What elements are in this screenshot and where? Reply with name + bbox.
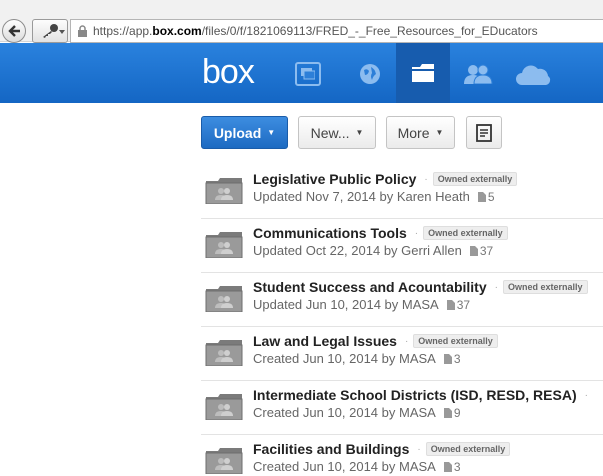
folder-row[interactable]: Intermediate School Districts (ISD, RESD… — [201, 381, 603, 435]
shared-folder-icon — [205, 448, 243, 474]
files-nav[interactable] — [396, 43, 450, 103]
lock-icon — [78, 25, 87, 37]
file-icon — [446, 300, 455, 310]
owned-externally-badge: Owned externally — [413, 334, 498, 348]
file-icon — [477, 192, 486, 202]
folder-title[interactable]: Law and Legal Issues · Owned externally — [253, 333, 498, 349]
owned-externally-badge: Owned externally — [432, 172, 518, 186]
upload-button[interactable]: Upload ▼ — [201, 116, 288, 149]
folder-title[interactable]: Facilities and Buildings · Owned externall… — [253, 441, 511, 457]
file-count: 3 — [443, 352, 461, 366]
folder-meta: Created Jun 10, 2014 by MASA 3 — [253, 351, 461, 366]
file-count: 3 — [443, 460, 461, 474]
notes-icon — [476, 123, 492, 142]
app-header: box — [0, 43, 603, 103]
file-count: 37 — [469, 244, 493, 258]
folder-meta: Created Jun 10, 2014 by MASA 9 — [253, 405, 461, 420]
notes-button[interactable] — [466, 116, 502, 149]
chevron-down-icon: ▼ — [355, 128, 364, 137]
folder-meta: Created Jun 10, 2014 by MASA 3 — [253, 459, 461, 474]
owned-externally-badge: Owned externally — [425, 442, 511, 456]
folder-icon — [412, 64, 434, 82]
folder-row[interactable]: Student Success and Acountability · Owned … — [201, 273, 603, 327]
cloud-icon — [516, 65, 551, 85]
shared-folder-icon — [205, 340, 243, 366]
updates-nav[interactable] — [288, 57, 328, 91]
folder-row[interactable]: Facilities and Buildings · Owned externall… — [201, 435, 603, 476]
chevron-down-icon: ▼ — [267, 128, 276, 137]
separator-dot: · — [404, 336, 409, 347]
shared-folder-icon — [205, 394, 243, 420]
back-button[interactable] — [2, 19, 26, 43]
file-count: 5 — [477, 190, 495, 204]
folder-title[interactable]: Legislative Public Policy · Owned external… — [253, 171, 518, 187]
file-count: 9 — [443, 406, 461, 420]
folder-row[interactable]: Legislative Public Policy · Owned external… — [201, 165, 603, 219]
address-bar[interactable]: https://app.box.com/files/0/f/1821069113… — [70, 19, 603, 43]
site-identity-button[interactable] — [32, 19, 68, 43]
more-button[interactable]: More ▼ — [386, 116, 455, 149]
separator-dot: · — [417, 444, 421, 455]
folder-title[interactable]: Communications Tools · Owned externally — [253, 225, 508, 241]
file-icon — [469, 246, 478, 256]
owned-externally-badge: Owned externally — [423, 226, 508, 240]
folder-row[interactable]: Communications Tools · Owned externally Up… — [201, 219, 603, 273]
chat-icon — [295, 62, 321, 86]
back-arrow-icon — [8, 25, 20, 37]
browser-toolbar: https://app.box.com/files/0/f/1821069113… — [0, 0, 603, 43]
people-icon — [464, 64, 493, 84]
folder-meta: Updated Nov 7, 2014 by Karen Heath 5 — [253, 189, 495, 204]
folder-meta: Updated Jun 10, 2014 by MASA 37 — [253, 297, 471, 312]
file-icon — [443, 408, 452, 418]
owned-externally-badge: Owned externally — [502, 280, 588, 294]
folder-title[interactable]: Student Success and Acountability · Owned … — [253, 279, 588, 295]
people-nav[interactable] — [458, 57, 498, 91]
chevron-down-icon — [59, 30, 65, 34]
key-icon — [43, 24, 58, 38]
folder-title[interactable]: Intermediate School Districts (ISD, RESD… — [253, 387, 593, 403]
shared-folder-icon — [205, 178, 243, 204]
globe-icon — [360, 64, 380, 84]
separator-dot: · — [414, 228, 419, 239]
new-button[interactable]: New... ▼ — [298, 116, 376, 149]
explore-nav[interactable] — [350, 57, 390, 91]
folder-row[interactable]: Law and Legal Issues · Owned externally Cr… — [201, 327, 603, 381]
shared-folder-icon — [205, 286, 243, 312]
file-count: 37 — [446, 298, 470, 312]
separator-dot: · — [424, 174, 428, 185]
folder-meta: Updated Oct 22, 2014 by Gerri Allen 37 — [253, 243, 494, 258]
url-text: https://app.box.com/files/0/f/1821069113… — [93, 24, 538, 38]
sync-nav[interactable] — [514, 57, 554, 91]
file-icon — [443, 354, 452, 364]
chevron-down-icon: ▼ — [435, 128, 444, 137]
file-icon — [443, 462, 452, 472]
box-logo[interactable]: box — [202, 53, 255, 92]
separator-dot: · — [584, 390, 588, 401]
shared-folder-icon — [205, 232, 243, 258]
separator-dot: · — [494, 282, 498, 293]
